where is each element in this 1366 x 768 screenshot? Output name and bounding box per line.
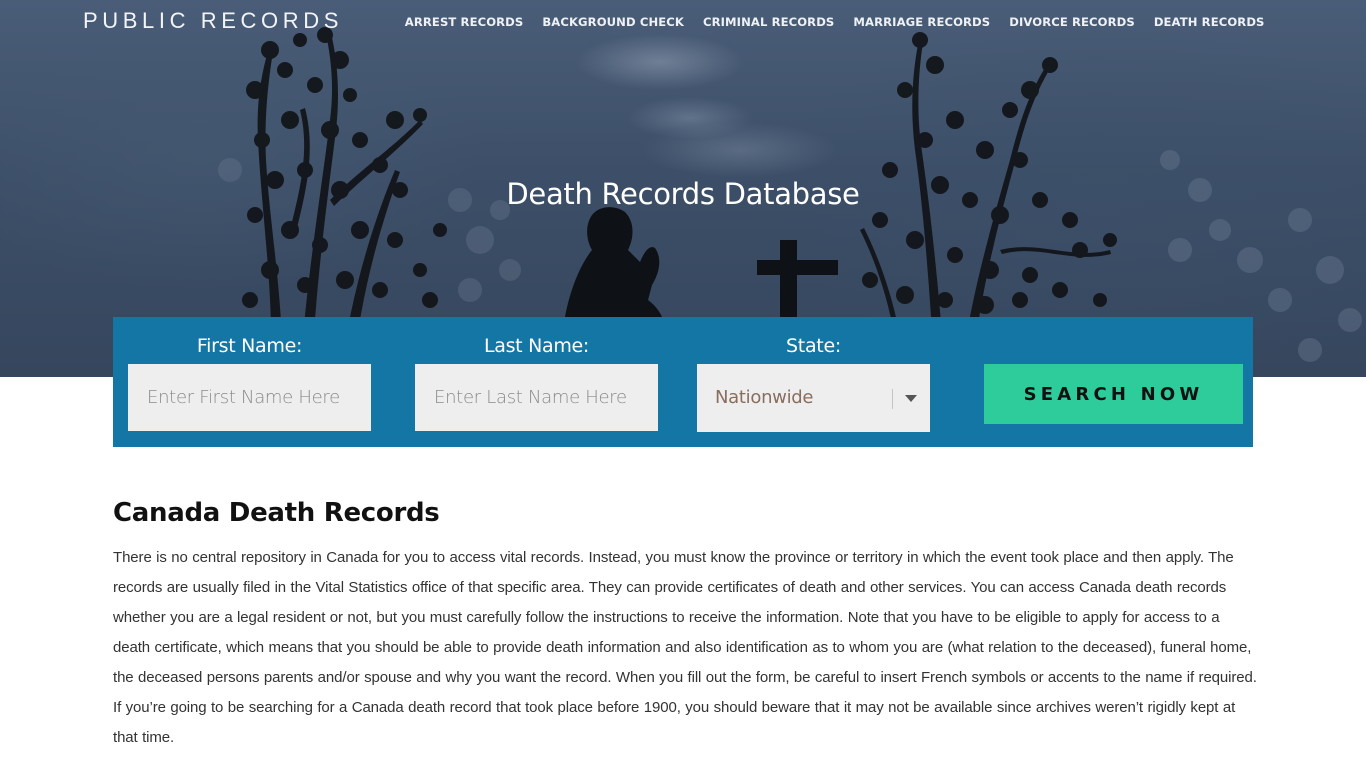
praying-figure-silhouette (565, 207, 662, 317)
chevron-down-icon[interactable] (905, 395, 917, 402)
nav-divorce-records[interactable]: DIVORCE RECORDS (1000, 14, 1145, 30)
article-heading: Canada Death Records (113, 498, 440, 528)
first-name-label: First Name: (196, 335, 303, 357)
select-divider (892, 389, 893, 409)
first-name-field-group: First Name: (128, 317, 371, 431)
last-name-label: Last Name: (483, 335, 590, 357)
state-label: State: (786, 335, 841, 357)
last-name-input[interactable] (415, 364, 658, 431)
state-field-group: State: Nationwide (697, 317, 930, 432)
nav-criminal-records[interactable]: CRIMINAL RECORDS (693, 14, 843, 30)
article-section: Canada Death Records There is no central… (113, 495, 1258, 753)
nav-arrest-records[interactable]: ARREST RECORDS (395, 14, 533, 30)
search-now-button[interactable]: SEARCH NOW (984, 364, 1243, 424)
state-select-value: Nationwide (715, 387, 814, 408)
nav-marriage-records[interactable]: MARRIAGE RECORDS (844, 14, 1000, 30)
cross-silhouette (757, 240, 838, 317)
search-form: First Name: Last Name: State: Nationwide… (113, 317, 1253, 447)
hero-title: Death Records Database (506, 177, 860, 211)
nav-death-records[interactable]: DEATH RECORDS (1144, 14, 1274, 30)
site-logo[interactable]: PUBLIC RECORDS (83, 8, 343, 34)
nav-background-check[interactable]: BACKGROUND CHECK (533, 14, 694, 30)
article-body: There is no central repository in Canada… (113, 549, 1257, 746)
first-name-input[interactable] (128, 364, 371, 431)
last-name-field-group: Last Name: (415, 317, 658, 431)
state-select[interactable]: Nationwide (697, 364, 930, 432)
main-navigation: ARREST RECORDS BACKGROUND CHECK CRIMINAL… (395, 14, 1274, 30)
